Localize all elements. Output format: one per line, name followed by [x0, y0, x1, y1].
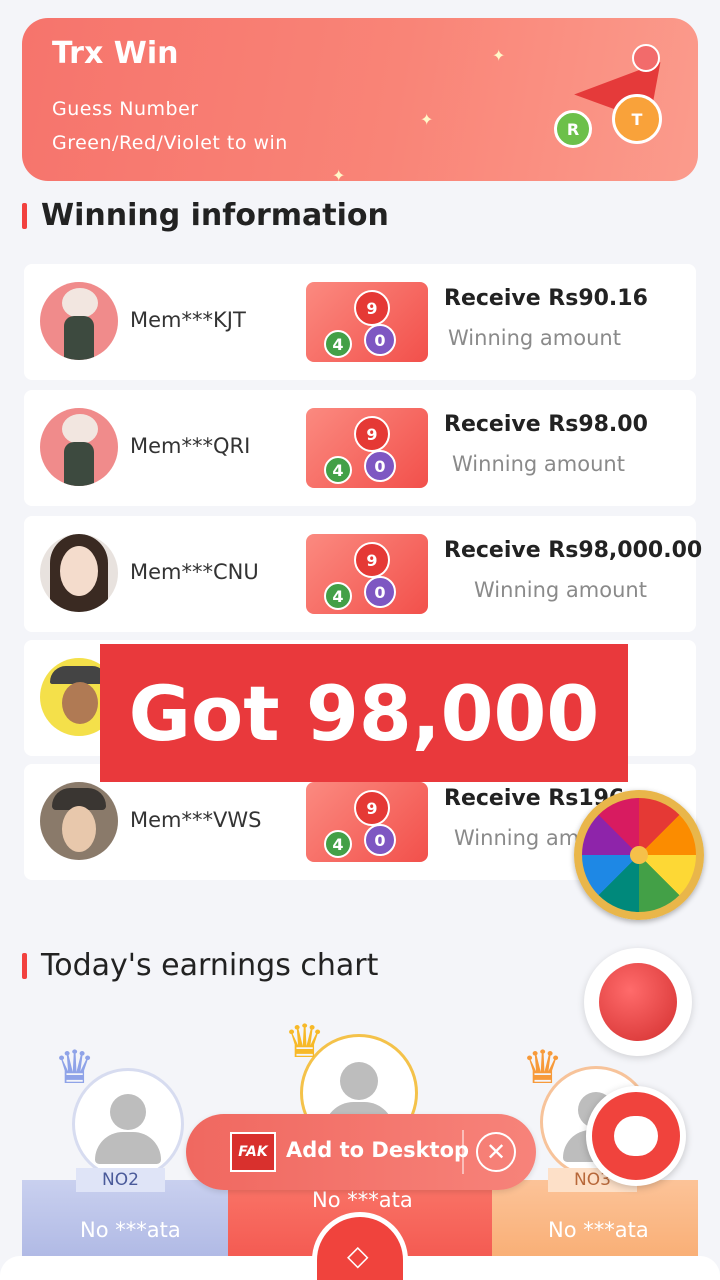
close-icon[interactable]: ✕ — [476, 1132, 516, 1172]
ball-9-icon: 9 — [354, 790, 390, 826]
avatar — [40, 782, 118, 860]
diamond-icon: ◇ — [347, 1239, 369, 1272]
rank-2-name: No ***ata — [80, 1218, 181, 1242]
member-name: Mem***KJT — [130, 308, 246, 332]
mascot-icon — [614, 1116, 658, 1156]
winning-row[interactable]: Mem***QRI 9 4 0 Receive Rs98.00 Winning … — [24, 390, 696, 506]
ball-9-icon: 9 — [354, 542, 390, 578]
banner-title: Trx Win — [52, 36, 179, 71]
add-to-desktop-bar[interactable]: FAK Add to Desktop ✕ — [186, 1114, 536, 1190]
orange-ball-icon: T — [612, 94, 662, 144]
silver-crown-icon: ♛ — [54, 1040, 96, 1094]
member-name: Mem***VWS — [130, 808, 262, 832]
winning-amount-label: Winning am — [454, 826, 580, 850]
winning-info-title: Winning information — [41, 198, 389, 233]
rank-2-badge: NO2 — [76, 1168, 165, 1192]
game-thumbnail: 9 4 0 — [306, 782, 428, 862]
winning-amount-label: Winning amount — [448, 326, 621, 350]
sparkle-icon: ✦ — [492, 46, 506, 65]
video-caption: Got 98,000 — [100, 644, 628, 782]
green-ball-icon: R — [554, 110, 592, 148]
bronze-crown-icon: ♛ — [522, 1040, 564, 1094]
game-thumbnail: 9 4 0 — [306, 282, 428, 362]
avatar — [40, 282, 118, 360]
heading-accent-bar — [22, 952, 27, 979]
winning-info-heading: Winning information — [22, 198, 389, 233]
ball-0-icon: 0 — [364, 576, 396, 608]
lucky-wheel-button[interactable] — [574, 790, 704, 920]
game-thumbnail: 9 4 0 — [306, 408, 428, 488]
avatar — [40, 408, 118, 486]
ball-4-icon: 4 — [324, 330, 352, 358]
red-ball-icon — [632, 44, 660, 72]
rank-1-name: No ***ata — [312, 1188, 413, 1212]
ball-0-icon: 0 — [364, 450, 396, 482]
receive-amount: Receive Rs98.00 — [444, 412, 648, 437]
add-to-desktop-label[interactable]: Add to Desktop — [286, 1138, 469, 1162]
winning-amount-label: Winning amount — [474, 578, 647, 602]
earnings-title: Today's earnings chart — [41, 948, 379, 983]
member-name: Mem***CNU — [130, 560, 259, 584]
game-thumbnail: 9 4 0 — [306, 534, 428, 614]
app-logo: FAK — [230, 1132, 276, 1172]
sparkle-icon: ✦ — [420, 110, 434, 129]
customer-service-button[interactable] — [586, 1086, 686, 1186]
heading-accent-bar — [22, 202, 27, 229]
gold-crown-icon: ♛ — [284, 1014, 326, 1068]
trx-win-banner[interactable]: Trx Win Guess Number Green/Red/Violet to… — [22, 18, 698, 181]
winning-row[interactable]: Mem***CNU 9 4 0 Receive Rs98,000.00 Winn… — [24, 516, 702, 632]
ball-9-icon: 9 — [354, 290, 390, 326]
banner-subtitle-2: Green/Red/Violet to win — [52, 132, 288, 154]
wheel-hub — [630, 846, 648, 864]
winning-row[interactable]: Mem***KJT 9 4 0 Receive Rs90.16 Winning … — [24, 264, 696, 380]
banner-subtitle-1: Guess Number — [52, 98, 199, 120]
ball-4-icon: 4 — [324, 830, 352, 858]
ball-0-icon: 0 — [364, 824, 396, 856]
divider — [462, 1130, 464, 1174]
ball-9-icon: 9 — [354, 416, 390, 452]
dragon-game-button[interactable] — [584, 948, 692, 1056]
receive-amount: Receive Rs98,000.00 — [444, 538, 703, 563]
earnings-heading: Today's earnings chart — [22, 948, 378, 983]
winning-amount-label: Winning amount — [452, 452, 625, 476]
receive-amount: Receive Rs90.16 — [444, 286, 648, 311]
ball-0-icon: 0 — [364, 324, 396, 356]
dragon-icon — [599, 963, 677, 1041]
ball-4-icon: 4 — [324, 582, 352, 610]
member-name: Mem***QRI — [130, 434, 251, 458]
avatar — [40, 534, 118, 612]
ball-4-icon: 4 — [324, 456, 352, 484]
sparkle-icon: ✦ — [332, 166, 346, 181]
rank-3-name: No ***ata — [548, 1218, 649, 1242]
